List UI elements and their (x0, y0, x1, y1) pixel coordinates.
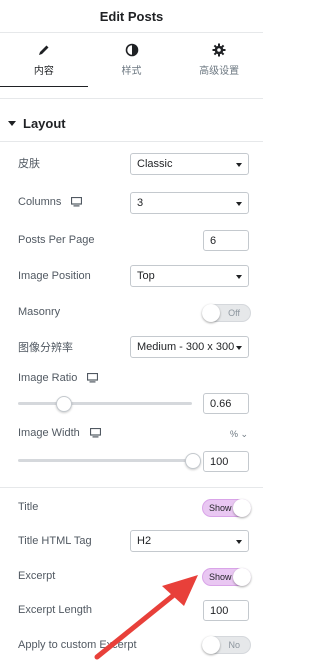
image-resolution-label: 图像分辨率 (18, 339, 73, 355)
chevron-down-icon (236, 163, 242, 167)
title-state: Show (209, 503, 232, 513)
excerpt-length-label-text: Excerpt Length (18, 604, 92, 616)
skin-value: Classic (137, 158, 173, 170)
chevron-down-icon (236, 540, 242, 544)
divider (0, 141, 263, 142)
tab-advanced-label: 高级设置 (199, 66, 240, 77)
image-position-value: Top (137, 270, 155, 282)
image-resolution-label-text: 图像分辨率 (18, 342, 73, 354)
posts-per-page-input[interactable]: 6 (203, 230, 249, 251)
image-width-input[interactable]: 100 (203, 451, 249, 472)
title-label: Title (18, 499, 38, 515)
title-html-tag-label-text: Title HTML Tag (18, 535, 92, 547)
title-html-tag-label: Title HTML Tag (18, 533, 92, 549)
desktop-icon[interactable] (89, 428, 101, 438)
toggle-knob (202, 636, 220, 654)
chevron-down-icon: ⌄ (240, 429, 249, 439)
apply-custom-excerpt-toggle[interactable]: No (202, 636, 251, 654)
masonry-label: Masonry (18, 304, 60, 320)
tab-style-label: 样式 (121, 66, 142, 77)
masonry-label-text: Masonry (18, 306, 61, 318)
chevron-down-icon (236, 202, 242, 206)
image-position-select[interactable]: Top (130, 265, 249, 287)
panel-title: Edit Posts (99, 8, 164, 24)
panel-header: Edit Posts (0, 0, 263, 32)
half-circle-icon (125, 43, 138, 57)
masonry-toggle[interactable]: Off (202, 304, 251, 322)
posts-per-page-value: 6 (210, 234, 217, 247)
apply-custom-excerpt-label-text: Apply to custom Excerpt (18, 639, 137, 651)
excerpt-length-input[interactable]: 100 (203, 600, 249, 621)
layout-section-toggle[interactable]: Layout (8, 113, 66, 133)
unit-selector[interactable]: % ⌄ (230, 429, 248, 440)
image-position-label: Image Position (18, 268, 91, 284)
image-width-value: 100 (210, 455, 229, 468)
image-width-slider[interactable] (18, 459, 192, 462)
desktop-icon[interactable] (87, 373, 99, 383)
apply-custom-excerpt-label: Apply to custom Excerpt (18, 637, 137, 653)
toggle-knob (233, 568, 251, 586)
title-html-tag-select[interactable]: H2 (130, 530, 249, 552)
excerpt-state: Show (209, 572, 232, 582)
gear-icon (212, 43, 226, 57)
title-label-text: Title (18, 501, 39, 513)
divider (0, 487, 263, 488)
unit-value: % (230, 429, 239, 439)
image-ratio-value: 0.66 (210, 397, 232, 410)
toggle-knob (202, 304, 220, 322)
image-ratio-label-text: Image Ratio (18, 372, 78, 384)
excerpt-length-label: Excerpt Length (18, 602, 92, 618)
image-width-label: Image Width (18, 425, 101, 441)
image-width-slider-handle[interactable] (185, 453, 201, 469)
excerpt-label: Excerpt (18, 568, 55, 584)
posts-per-page-label-text: Posts Per Page (18, 234, 95, 246)
image-width-label-text: Image Width (18, 427, 80, 439)
chevron-down-icon (236, 346, 242, 350)
desktop-icon[interactable] (71, 197, 83, 207)
columns-label: Columns (18, 194, 83, 210)
tab-style[interactable]: 样式 (88, 33, 176, 87)
section-title: Layout (23, 115, 66, 131)
apply-custom-excerpt-state: No (228, 640, 240, 650)
excerpt-length-value: 100 (210, 604, 229, 617)
masonry-state: Off (228, 308, 240, 318)
excerpt-toggle[interactable]: Show (202, 568, 251, 586)
image-ratio-slider[interactable] (18, 402, 192, 405)
pencil-icon (38, 45, 49, 55)
skin-label-text: 皮肤 (18, 158, 40, 170)
posts-per-page-label: Posts Per Page (18, 232, 94, 248)
image-position-label-text: Image Position (18, 270, 91, 282)
columns-select[interactable]: 3 (130, 192, 249, 214)
caret-down-icon (8, 120, 16, 126)
tab-bar: 内容 样式 高级设置 (0, 32, 263, 88)
toggle-knob (233, 499, 251, 517)
skin-label: 皮肤 (18, 155, 40, 171)
excerpt-label-text: Excerpt (18, 570, 56, 582)
image-ratio-label: Image Ratio (18, 370, 99, 386)
chevron-down-icon (236, 275, 242, 279)
skin-select[interactable]: Classic (130, 153, 249, 175)
image-ratio-input[interactable]: 0.66 (203, 393, 249, 414)
image-resolution-value: Medium - 300 x 300 (137, 341, 235, 353)
title-toggle[interactable]: Show (202, 499, 251, 517)
image-resolution-select[interactable]: Medium - 300 x 300 (130, 336, 249, 358)
tab-advanced[interactable]: 高级设置 (175, 33, 263, 87)
tab-content-label: 内容 (33, 66, 54, 77)
tab-content[interactable]: 内容 (0, 33, 88, 88)
title-html-tag-value: H2 (137, 535, 152, 547)
columns-label-text: Columns (18, 196, 62, 208)
columns-value: 3 (137, 197, 144, 209)
divider (0, 98, 263, 99)
